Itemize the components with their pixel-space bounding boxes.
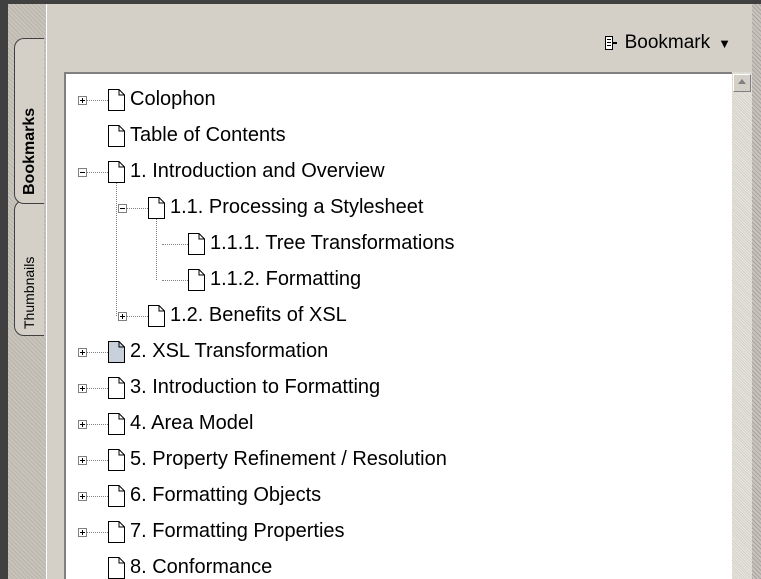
scroll-up-arrow-icon	[738, 79, 746, 84]
bookmark-options-menu[interactable]: Bookmark ▼	[604, 32, 731, 54]
bookmark-label: 4. Area Model	[130, 411, 254, 434]
expand-icon[interactable]	[78, 420, 87, 429]
tree-connector	[156, 219, 157, 280]
chevron-down-icon: ▼	[718, 35, 731, 51]
expand-icon[interactable]	[78, 456, 87, 465]
expand-icon[interactable]	[78, 384, 87, 393]
bookmark-item[interactable]: 8. Conformance	[124, 550, 272, 579]
left-frame	[0, 0, 8, 579]
bookmark-item[interactable]: 6. Formatting Objects	[124, 478, 321, 512]
bookmark-item[interactable]: 3. Introduction to Formatting	[124, 370, 380, 404]
bookmark-label: 6. Formatting Objects	[130, 483, 322, 506]
expand-icon[interactable]	[78, 528, 87, 537]
bookmark-label: 3. Introduction to Formatting	[130, 375, 381, 398]
bookmark-label: Table of Contents	[130, 123, 286, 146]
bookmark-label: 1. Introduction and Overview	[130, 159, 385, 182]
bookmark-menu-label: Bookmark	[624, 32, 711, 53]
tree-connector	[116, 183, 117, 316]
tab-thumbnails-label: Thumbnails	[21, 256, 37, 329]
page-icon	[188, 269, 205, 291]
bookmark-label: 1.1.2. Formatting	[210, 267, 362, 290]
page-icon	[108, 413, 125, 435]
bookmark-label: 1.1. Processing a Stylesheet	[170, 195, 424, 218]
page-icon	[108, 485, 125, 507]
bookmark-item[interactable]: 2. XSL Transformation	[124, 334, 328, 368]
bookmark-label: 5. Property Refinement / Resolution	[130, 447, 447, 470]
page-icon	[188, 233, 205, 255]
bookmark-label: 8. Conformance	[130, 555, 273, 578]
bookmark-item[interactable]: 1.1.2. Formatting	[204, 262, 361, 296]
page-icon	[108, 125, 125, 147]
tab-bookmarks-label: Bookmarks	[21, 107, 38, 195]
scroll-up-button[interactable]	[733, 74, 751, 92]
page-icon	[108, 521, 125, 543]
vertical-scrollbar[interactable]	[732, 72, 752, 579]
bookmark-label: 1.2. Benefits of XSL	[170, 303, 347, 326]
bookmark-label: 7. Formatting Properties	[130, 519, 345, 542]
bookmark-item[interactable]: Table of Contents	[124, 118, 286, 152]
bookmark-item[interactable]: 1.1.1. Tree Transformations	[204, 226, 455, 260]
expand-icon[interactable]	[118, 312, 127, 321]
tree-connector	[162, 244, 188, 245]
bookmark-label: 2. XSL Transformation	[130, 339, 329, 362]
collapse-icon[interactable]	[118, 204, 127, 213]
page-icon	[108, 161, 125, 183]
page-icon	[148, 305, 165, 327]
tab-bookmarks[interactable]: Bookmarks	[14, 38, 44, 204]
bookmark-item[interactable]: 5. Property Refinement / Resolution	[124, 442, 447, 476]
page-icon	[148, 197, 165, 219]
page-icon	[108, 377, 125, 399]
bookmark-item[interactable]: 1. Introduction and Overview	[124, 154, 385, 188]
bookmark-item[interactable]: 4. Area Model	[124, 406, 253, 440]
bookmark-tree: Colophon Table of Contents 1. Introduction…	[64, 72, 734, 579]
expand-icon[interactable]	[78, 96, 87, 105]
bookmark-options-icon	[604, 36, 617, 50]
page-icon	[108, 89, 125, 111]
collapse-icon[interactable]	[78, 168, 87, 177]
bookmark-label: 1.1.1. Tree Transformations	[210, 231, 455, 254]
bookmark-item[interactable]: 1.1. Processing a Stylesheet	[164, 190, 423, 224]
bookmark-item[interactable]: 7. Formatting Properties	[124, 514, 345, 548]
page-icon	[108, 449, 125, 471]
tree-connector	[162, 280, 188, 281]
bookmark-item[interactable]: 1.2. Benefits of XSL	[164, 298, 347, 332]
page-icon	[108, 557, 125, 579]
right-hatch-strip	[752, 4, 761, 579]
page-icon	[108, 341, 125, 363]
bookmark-label: Colophon	[130, 87, 216, 110]
expand-icon[interactable]	[78, 492, 87, 501]
tab-thumbnails[interactable]: Thumbnails	[14, 200, 44, 336]
expand-icon[interactable]	[78, 348, 87, 357]
bookmark-item[interactable]: Colophon	[124, 82, 216, 116]
